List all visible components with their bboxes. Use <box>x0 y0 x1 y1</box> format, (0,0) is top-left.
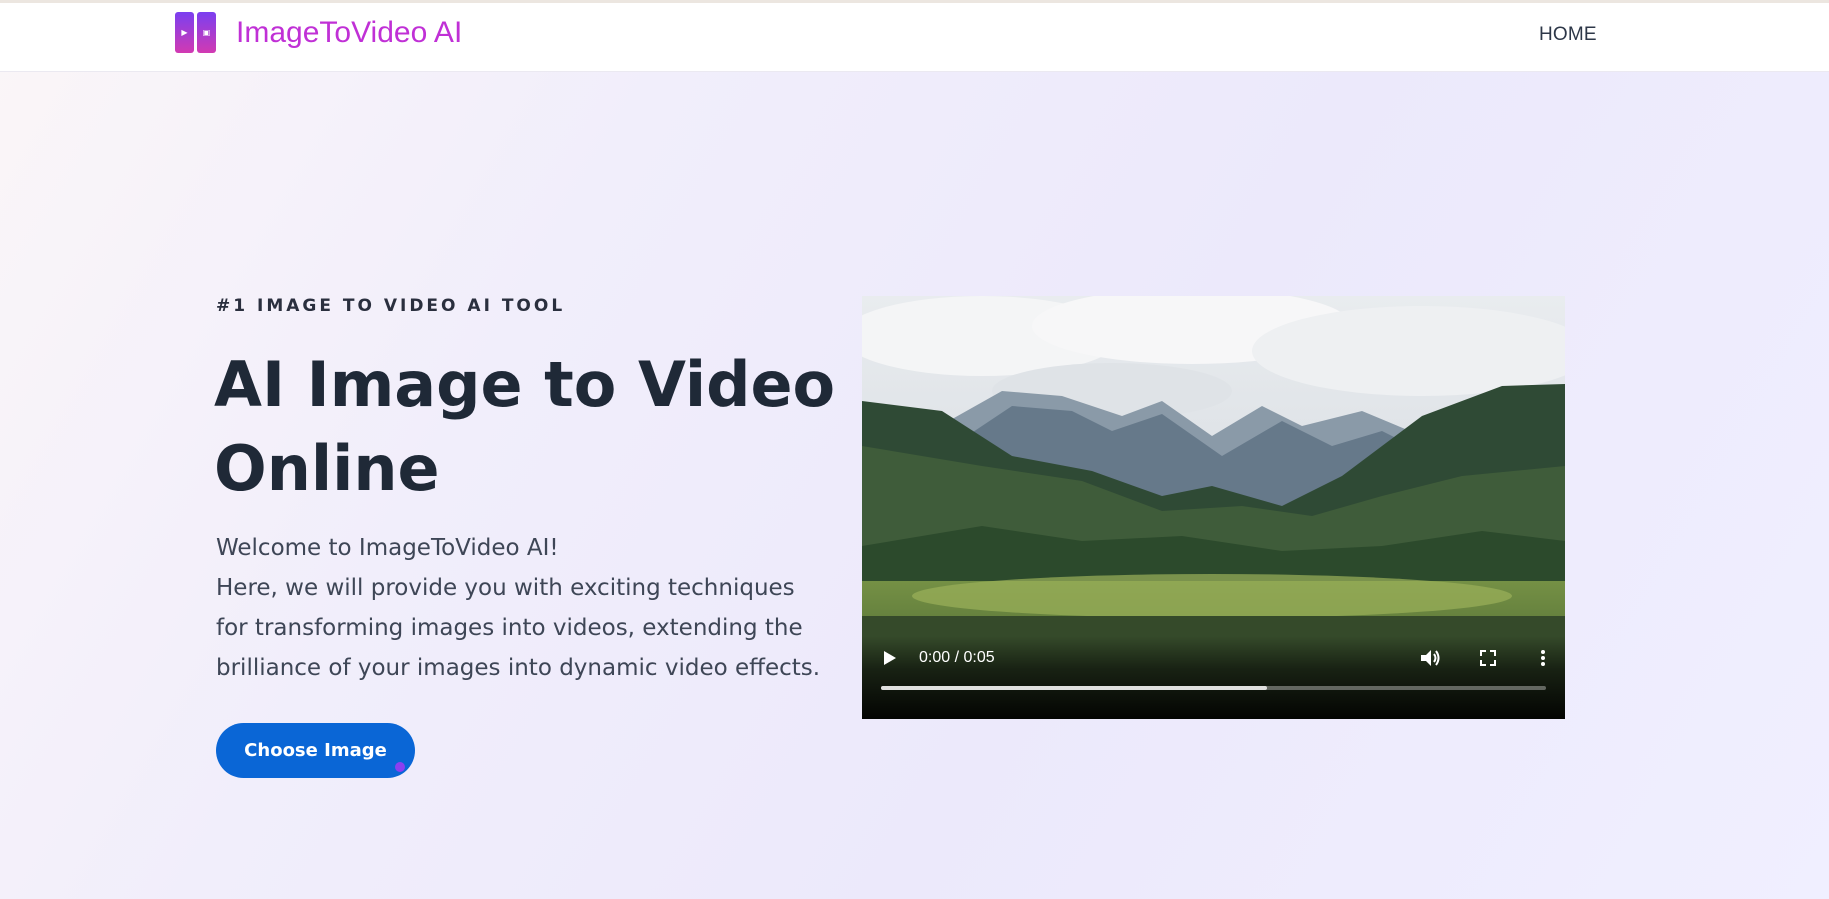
page-title-line-1: AI Image to Video <box>214 348 836 421</box>
more-options-icon[interactable] <box>1536 648 1550 668</box>
choose-image-button[interactable]: Choose Image <box>216 723 415 778</box>
volume-icon[interactable] <box>1419 647 1443 669</box>
fullscreen-icon[interactable] <box>1478 648 1498 668</box>
hero-description-line: Welcome to ImageToVideo AI! <box>216 535 559 561</box>
logo-play-panel: ▶ <box>175 12 194 53</box>
play-icon[interactable] <box>880 648 900 668</box>
video-time-display: 0:00 / 0:05 <box>919 649 995 666</box>
page-title: AI Image to Video Online <box>214 343 854 511</box>
page-title-line-2: Online <box>214 432 440 505</box>
hero-description-line: Here, we will provide you with exciting … <box>216 575 795 601</box>
video-controls: 0:00 / 0:05 <box>862 636 1565 719</box>
brand-name[interactable]: ImageToVideo AI <box>236 15 462 51</box>
logo-image-panel: ▣ <box>197 12 216 53</box>
video-buffered-range <box>881 686 1267 690</box>
nav-link-home[interactable]: HOME <box>1539 23 1597 47</box>
video-progress-bar[interactable] <box>881 686 1546 690</box>
navbar: ▶ ▣ ImageToVideo AI HOME <box>0 3 1829 72</box>
cursor-dot-icon <box>395 762 405 772</box>
choose-image-label: Choose Image <box>244 740 387 761</box>
logo-icon[interactable]: ▶ ▣ <box>175 12 216 53</box>
hero-description-line: for transforming images into videos, ext… <box>216 615 803 641</box>
hero-description-line: brilliance of your images into dynamic v… <box>216 655 821 681</box>
video-player[interactable]: 0:00 / 0:05 <box>862 296 1565 719</box>
hero-eyebrow: #1 IMAGE TO VIDEO AI TOOL <box>216 296 566 316</box>
hero-description: Welcome to ImageToVideo AI! Here, we wil… <box>216 528 836 688</box>
